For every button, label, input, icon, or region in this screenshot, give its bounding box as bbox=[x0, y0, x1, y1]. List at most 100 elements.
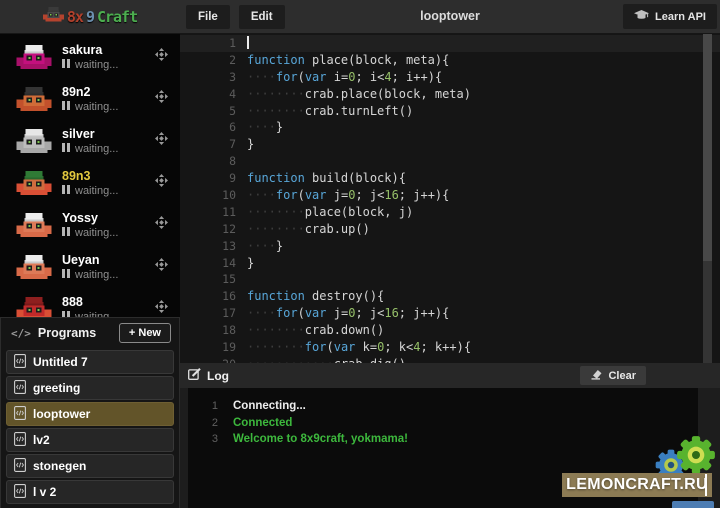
line-number: 10 bbox=[180, 187, 247, 204]
player-name: Yossy bbox=[62, 211, 155, 225]
code-text: } bbox=[247, 136, 254, 153]
move-icon[interactable] bbox=[155, 174, 168, 192]
clear-log-button[interactable]: Clear bbox=[580, 366, 646, 385]
player-row[interactable]: 89n3 waiting... bbox=[0, 162, 180, 204]
logo-text-8x: 8x bbox=[67, 8, 83, 26]
move-icon[interactable] bbox=[155, 48, 168, 66]
code-line: 6····} bbox=[180, 119, 720, 136]
crab-avatar bbox=[16, 129, 52, 154]
line-number: 15 bbox=[180, 271, 247, 288]
program-item-label: looptower bbox=[33, 407, 90, 421]
code-line: 9function build(block){ bbox=[180, 170, 720, 187]
pause-icon bbox=[62, 101, 70, 113]
line-number: 18 bbox=[180, 322, 247, 339]
player-info: 89n3 waiting... bbox=[62, 169, 155, 197]
player-row[interactable]: 89n2waiting... bbox=[0, 78, 180, 120]
player-status-text: waiting... bbox=[75, 101, 118, 113]
line-number: 8 bbox=[180, 153, 247, 170]
player-list: sakurawaiting... 89n2waiting... silver wa… bbox=[0, 33, 180, 320]
code-line: 10····for(var j=0; j<16; j++){ bbox=[180, 187, 720, 204]
programs-panel: </> Programs + New Untitled 7greetingloo… bbox=[0, 317, 180, 508]
code-line: 8 bbox=[180, 153, 720, 170]
code-editor[interactable]: 12 function place(block, meta){3····for(v… bbox=[180, 33, 720, 363]
player-info: 89n2waiting... bbox=[62, 85, 155, 113]
code-line: 5········crab.turnLeft() bbox=[180, 103, 720, 120]
top-bar: 8x 9 Craft FileEdit looptower Learn API bbox=[0, 0, 720, 34]
pause-icon bbox=[62, 269, 70, 281]
log-title: Log bbox=[207, 369, 229, 383]
player-name: 89n3 bbox=[62, 169, 155, 183]
code-icon: </> bbox=[11, 327, 31, 340]
pause-icon bbox=[62, 59, 70, 71]
player-status: waiting... bbox=[62, 101, 155, 113]
program-file-icon bbox=[14, 458, 26, 475]
log-entry: 1 Connecting... bbox=[188, 398, 698, 415]
line-number: 19 bbox=[180, 339, 247, 356]
program-item[interactable]: Untitled 7 bbox=[6, 350, 174, 374]
program-list: Untitled 7greeting looptower lv2 stonegen l … bbox=[1, 350, 179, 504]
editor-scrollbar-thumb[interactable] bbox=[703, 33, 712, 261]
line-number: 14 bbox=[180, 255, 247, 272]
move-icon[interactable] bbox=[155, 90, 168, 108]
code-text: ············crab.dig() bbox=[247, 356, 406, 363]
log-entry-text: Connected bbox=[233, 415, 292, 432]
code-line: 7} bbox=[180, 136, 720, 153]
log-entry-number: 3 bbox=[188, 431, 218, 448]
code-line: 16function destroy(){ bbox=[180, 288, 720, 305]
player-status: waiting... bbox=[62, 185, 155, 197]
log-entry-text: Welcome to 8x9craft, yokmama! bbox=[233, 431, 408, 448]
move-icon[interactable] bbox=[155, 258, 168, 276]
player-info: silver waiting... bbox=[62, 127, 155, 155]
code-line: 15 bbox=[180, 271, 720, 288]
line-number: 13 bbox=[180, 238, 247, 255]
program-file-icon bbox=[14, 406, 26, 423]
player-row[interactable]: silver waiting... bbox=[0, 120, 180, 162]
editor-scrollbar[interactable] bbox=[703, 33, 712, 363]
player-status: waiting... bbox=[62, 143, 155, 155]
line-number: 2 bbox=[180, 52, 247, 69]
line-number: 12 bbox=[180, 221, 247, 238]
code-text: ····} bbox=[247, 238, 283, 255]
program-item[interactable]: stonegen bbox=[6, 454, 174, 478]
move-icon[interactable] bbox=[155, 132, 168, 150]
crab-avatar bbox=[16, 255, 52, 280]
program-item[interactable]: greeting bbox=[6, 376, 174, 400]
player-status: waiting... bbox=[62, 59, 155, 71]
code-text: } bbox=[247, 255, 254, 272]
program-item-label: stonegen bbox=[33, 459, 86, 473]
player-row[interactable]: sakurawaiting... bbox=[0, 36, 180, 78]
code-text: ····} bbox=[247, 119, 283, 136]
program-file-icon bbox=[14, 484, 26, 501]
line-number: 6 bbox=[180, 119, 247, 136]
pause-icon bbox=[62, 185, 70, 197]
player-info: sakurawaiting... bbox=[62, 43, 155, 71]
graduation-cap-icon bbox=[634, 10, 649, 24]
program-item-label: lv2 bbox=[33, 433, 50, 447]
code-text: function place(block, meta){ bbox=[247, 52, 449, 69]
pause-icon bbox=[62, 143, 70, 155]
program-item[interactable]: lv2 bbox=[6, 428, 174, 452]
line-number: 16 bbox=[180, 288, 247, 305]
learn-api-button[interactable]: Learn API bbox=[623, 4, 717, 29]
log-entry-text: Connecting... bbox=[233, 398, 306, 415]
log-entry-number: 1 bbox=[188, 398, 218, 415]
logo-text-9: 9 bbox=[86, 8, 94, 26]
program-item[interactable]: looptower bbox=[6, 402, 174, 426]
code-line: 3····for(var i=0; i<4; i++){ bbox=[180, 69, 720, 86]
player-status: waiting... bbox=[62, 227, 155, 239]
new-program-button[interactable]: + New bbox=[119, 323, 171, 343]
code-line: 11········place(block, j) bbox=[180, 204, 720, 221]
line-number: 20 bbox=[180, 356, 247, 363]
8x9craft-app-window: 8x 9 Craft FileEdit looptower Learn API … bbox=[0, 0, 720, 508]
move-icon[interactable] bbox=[155, 216, 168, 234]
player-name: silver bbox=[62, 127, 155, 141]
player-row[interactable]: Yossy waiting... bbox=[0, 204, 180, 246]
log-panel: Log Clear 1Connecting...2Connected3Welco… bbox=[180, 363, 720, 508]
player-row[interactable]: Ueyanwaiting... bbox=[0, 246, 180, 288]
move-icon[interactable] bbox=[155, 300, 168, 318]
app-logo: 8x 9 Craft bbox=[0, 0, 180, 33]
log-entry: 3 Welcome to 8x9craft, yokmama! bbox=[188, 431, 698, 448]
line-number: 7 bbox=[180, 136, 247, 153]
player-row[interactable]: 888waiting... bbox=[0, 288, 180, 320]
program-item[interactable]: l v 2 bbox=[6, 480, 174, 504]
